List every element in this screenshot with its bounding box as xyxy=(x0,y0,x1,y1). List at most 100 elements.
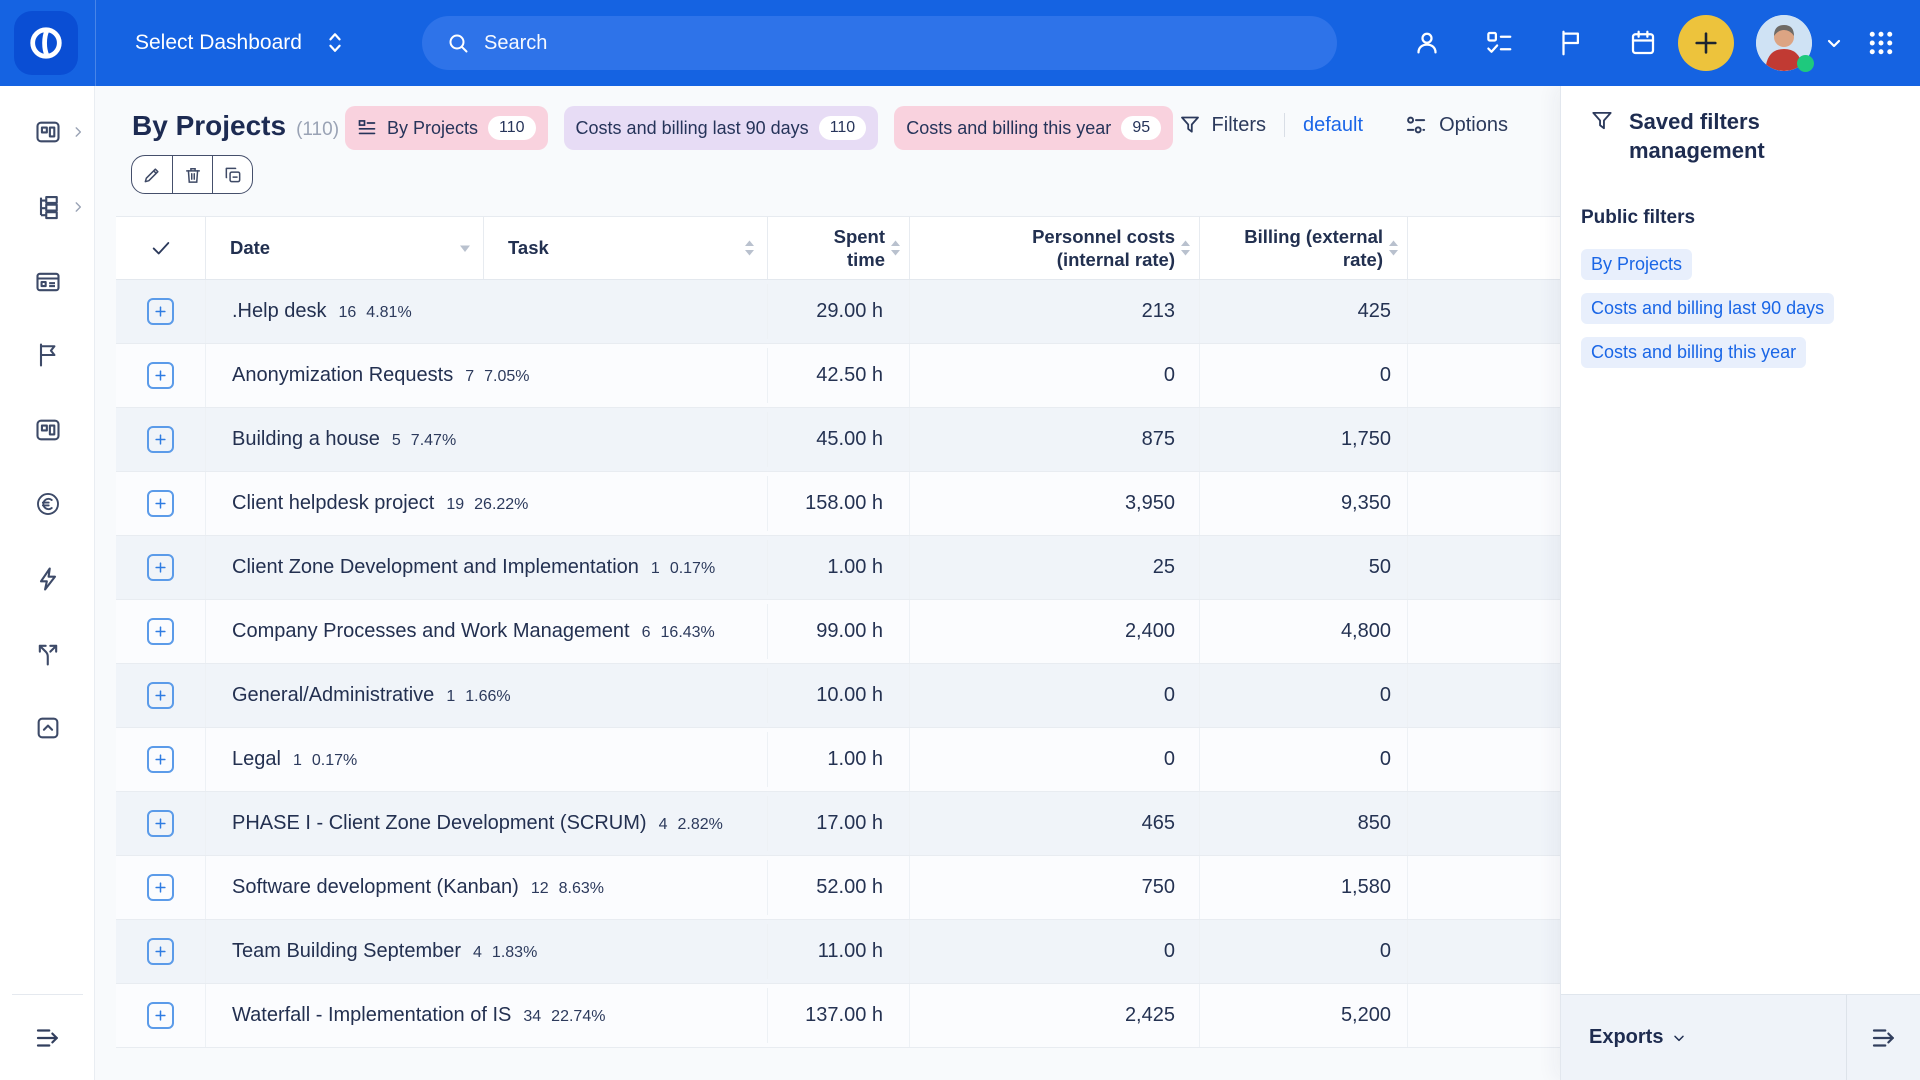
sort-icon[interactable] xyxy=(890,239,901,257)
table-row[interactable]: Waterfall - Implementation of IS3422.74%… xyxy=(116,984,1560,1048)
table-row[interactable]: Software development (Kanban)128.63% 52.… xyxy=(116,856,1560,920)
table-row[interactable]: Team Building September41.83% 11.00 h 0 … xyxy=(116,920,1560,984)
time-percent: 1.83% xyxy=(492,944,537,961)
people-button[interactable] xyxy=(1412,28,1442,58)
table-row[interactable]: Legal10.17% 1.00 h 0 0 xyxy=(116,728,1560,792)
filler-cell xyxy=(1408,408,1560,471)
page-count: (110) xyxy=(296,119,339,141)
expand-cell xyxy=(116,472,206,535)
app-logo[interactable] xyxy=(14,11,78,75)
filter-chip-count: 110 xyxy=(488,116,536,140)
plus-icon xyxy=(153,816,168,831)
project-name-cell: Software development (Kanban)128.63% xyxy=(206,860,768,915)
duplicate-button[interactable] xyxy=(212,156,252,193)
expand-row-button[interactable] xyxy=(147,298,174,325)
time-percent: 1.66% xyxy=(465,688,510,705)
expand-row-button[interactable] xyxy=(147,618,174,645)
add-button[interactable] xyxy=(1678,15,1734,71)
filler-cell xyxy=(1408,728,1560,791)
sidebar-item-boards[interactable] xyxy=(0,260,95,304)
options-button[interactable]: Options xyxy=(1403,112,1508,138)
expand-row-button[interactable] xyxy=(147,490,174,517)
expand-row-button[interactable] xyxy=(147,938,174,965)
column-header-personnel-costs[interactable]: Personnel costs (internal rate) xyxy=(910,217,1200,279)
filter-caret-icon[interactable] xyxy=(459,244,471,253)
expand-row-button[interactable] xyxy=(147,554,174,581)
expand-cell xyxy=(116,280,206,343)
filler-cell xyxy=(1408,984,1560,1047)
table-row[interactable]: Client helpdesk project1926.22% 158.00 h… xyxy=(116,472,1560,536)
main-content: By Projects (110) By Projects 110 Costs … xyxy=(95,86,1560,1080)
filler-cell xyxy=(1408,664,1560,727)
filler-cell xyxy=(1408,600,1560,663)
filter-chip[interactable]: Costs and billing last 90 days 110 xyxy=(564,106,879,150)
column-header-date[interactable]: Date xyxy=(206,217,484,279)
delete-button[interactable] xyxy=(172,156,212,193)
sidebar-item-milestones[interactable] xyxy=(0,333,95,377)
table-row[interactable]: General/Administrative11.66% 10.00 h 0 0 xyxy=(116,664,1560,728)
sidebar-expand-button[interactable] xyxy=(0,1016,95,1060)
plus-icon xyxy=(153,368,168,383)
sort-icon[interactable] xyxy=(744,239,755,257)
personnel-costs-cell: 0 xyxy=(910,344,1200,407)
milestones-button[interactable] xyxy=(1556,28,1586,58)
collapse-panel-button[interactable] xyxy=(1846,995,1920,1080)
sidebar-item-dashboards[interactable] xyxy=(0,110,95,154)
apps-button[interactable] xyxy=(1866,28,1896,58)
expand-row-button[interactable] xyxy=(147,746,174,773)
project-name-cell: Client Zone Development and Implementati… xyxy=(206,540,768,595)
sidebar-item-archive[interactable] xyxy=(0,706,95,750)
search-bar[interactable] xyxy=(422,16,1337,70)
time-percent: 22.74% xyxy=(551,1008,605,1025)
tasks-button[interactable] xyxy=(1484,28,1514,58)
filters-button[interactable]: Filters xyxy=(1178,113,1266,137)
table-row[interactable]: Client Zone Development and Implementati… xyxy=(116,536,1560,600)
expand-row-button[interactable] xyxy=(147,682,174,709)
add-icon xyxy=(1692,29,1720,57)
filter-chip-label: By Projects xyxy=(387,118,478,139)
sidebar-item-finance[interactable] xyxy=(0,482,95,526)
table-row[interactable]: Building a house57.47% 45.00 h 875 1,750 xyxy=(116,408,1560,472)
table-row[interactable]: Company Processes and Work Management616… xyxy=(116,600,1560,664)
personnel-costs-cell: 875 xyxy=(910,408,1200,471)
column-header-spent-time[interactable]: Spent time xyxy=(768,217,910,279)
expand-row-button[interactable] xyxy=(147,1002,174,1029)
select-all-header[interactable] xyxy=(116,217,206,279)
filter-chip[interactable]: Costs and billing this year 95 xyxy=(894,106,1173,150)
exports-button[interactable]: Exports xyxy=(1589,1026,1687,1049)
expand-row-button[interactable] xyxy=(147,810,174,837)
expand-row-button[interactable] xyxy=(147,362,174,389)
sort-icon[interactable] xyxy=(1388,239,1399,257)
sidebar-item-reports[interactable] xyxy=(0,408,95,452)
public-filter-link[interactable]: Costs and billing last 90 days xyxy=(1581,293,1834,324)
avatar[interactable] xyxy=(1756,15,1812,71)
account-menu-button[interactable] xyxy=(1822,31,1846,55)
public-filter-link[interactable]: Costs and billing this year xyxy=(1581,337,1806,368)
project-name-cell: General/Administrative11.66% xyxy=(206,668,768,723)
sidebar-item-workflows[interactable] xyxy=(0,632,95,676)
euro-icon xyxy=(34,490,62,518)
entry-count: 34 xyxy=(523,1008,541,1025)
default-filter-link[interactable]: default xyxy=(1303,114,1363,137)
spent-time-cell: 158.00 h xyxy=(768,472,910,535)
column-header-billing[interactable]: Billing (external rate) xyxy=(1200,217,1408,279)
filter-chip[interactable]: By Projects 110 xyxy=(345,106,548,150)
expand-row-button[interactable] xyxy=(147,426,174,453)
expand-row-button[interactable] xyxy=(147,874,174,901)
dashboard-selector[interactable]: Select Dashboard xyxy=(135,0,346,86)
sidebar-item-automations[interactable] xyxy=(0,557,95,601)
plus-icon xyxy=(153,304,168,319)
time-percent: 0.17% xyxy=(312,752,357,769)
panel-title: Saved filters management xyxy=(1629,108,1829,165)
sort-icon[interactable] xyxy=(1180,239,1191,257)
edit-button[interactable] xyxy=(132,156,172,193)
sidebar-item-projects-tree[interactable] xyxy=(0,185,95,229)
column-header-task[interactable]: Task xyxy=(484,217,768,279)
table-row[interactable]: PHASE I - Client Zone Development (SCRUM… xyxy=(116,792,1560,856)
tree-icon xyxy=(34,193,62,221)
table-row[interactable]: .Help desk164.81% 29.00 h 213 425 xyxy=(116,280,1560,344)
search-input[interactable] xyxy=(484,32,1264,55)
table-row[interactable]: Anonymization Requests77.05% 42.50 h 0 0 xyxy=(116,344,1560,408)
public-filter-link[interactable]: By Projects xyxy=(1581,249,1692,280)
calendar-button[interactable] xyxy=(1628,28,1658,58)
